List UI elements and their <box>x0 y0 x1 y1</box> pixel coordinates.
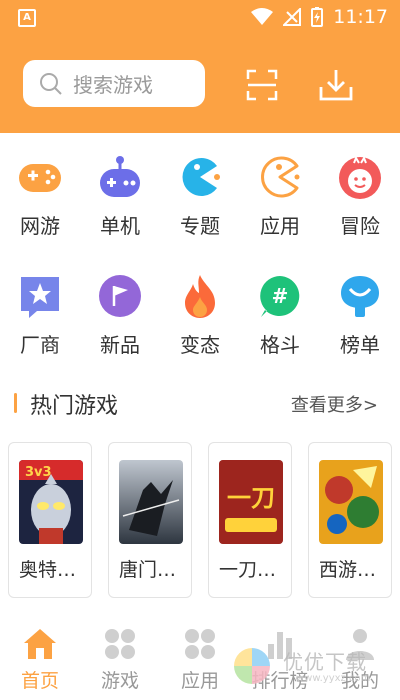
svg-text:3v3: 3v3 <box>25 465 52 480</box>
wifi-icon <box>251 8 274 25</box>
site-watermark: 优优下载 www.yyxz.com <box>228 640 400 700</box>
category-online-games[interactable]: 网游 <box>0 150 80 239</box>
game-thumbnail <box>119 460 183 544</box>
watermark-logo-icon <box>234 648 270 684</box>
flag-icon <box>99 275 141 317</box>
game-card[interactable]: 一刀 一刀… <box>208 442 292 598</box>
see-more-link[interactable]: 查看更多> <box>291 391 378 417</box>
nav-games[interactable]: 游戏 <box>80 618 160 693</box>
top-header: A 11:17 搜索游戏 <box>0 0 400 133</box>
pacman-blue-icon <box>182 158 220 196</box>
game-thumbnail <box>319 460 383 544</box>
home-icon <box>24 629 56 659</box>
category-rankings[interactable]: 榜单 <box>320 269 400 358</box>
mascot-icon <box>339 155 381 199</box>
category-topics[interactable]: 专题 <box>160 150 240 239</box>
svg-text:一刀: 一刀 <box>227 484 275 512</box>
gamepad-icon <box>19 164 61 192</box>
game-thumbnail: 一刀 <box>219 460 283 544</box>
controller-icon <box>100 156 140 197</box>
game-card[interactable]: 唐门… <box>108 442 192 598</box>
category-modded[interactable]: 变态 <box>160 269 240 358</box>
scan-icon[interactable] <box>244 67 280 103</box>
svg-text:#: # <box>272 284 289 308</box>
game-card[interactable]: 西游… <box>308 442 392 598</box>
download-icon[interactable] <box>318 67 354 103</box>
flame-icon <box>185 275 215 318</box>
search-placeholder: 搜索游戏 <box>73 73 153 97</box>
category-vendors[interactable]: 厂商 <box>0 269 80 358</box>
clock: 11:17 <box>333 6 388 28</box>
search-box[interactable]: 搜索游戏 <box>23 60 205 107</box>
search-icon <box>40 72 62 95</box>
category-fighting[interactable]: # 格斗 <box>240 269 320 358</box>
app-notification-icon: A <box>18 9 36 27</box>
category-new[interactable]: 新品 <box>80 269 160 358</box>
grid-icon <box>105 629 135 659</box>
category-apps[interactable]: 应用 <box>240 150 320 239</box>
section-title: 热门游戏 <box>30 394 119 419</box>
category-single-player[interactable]: 单机 <box>80 150 160 239</box>
pacman-outline-icon <box>261 156 300 198</box>
hot-games-header: 热门游戏 查看更多> <box>0 386 400 426</box>
apps-icon <box>185 629 215 659</box>
signal-icon <box>283 8 302 26</box>
category-adventure[interactable]: 冒险 <box>320 150 400 239</box>
game-thumbnail: 3v3 <box>19 460 83 544</box>
nav-home[interactable]: 首页 <box>0 618 80 693</box>
game-card[interactable]: 3v3 奥特… <box>8 442 92 598</box>
battery-charging-icon <box>311 7 324 27</box>
section-accent-bar <box>14 393 17 413</box>
hashtag-icon: # <box>260 276 300 317</box>
star-badge-icon <box>21 277 59 318</box>
status-bar: A 11:17 <box>0 0 400 36</box>
rank-icon <box>341 276 379 317</box>
